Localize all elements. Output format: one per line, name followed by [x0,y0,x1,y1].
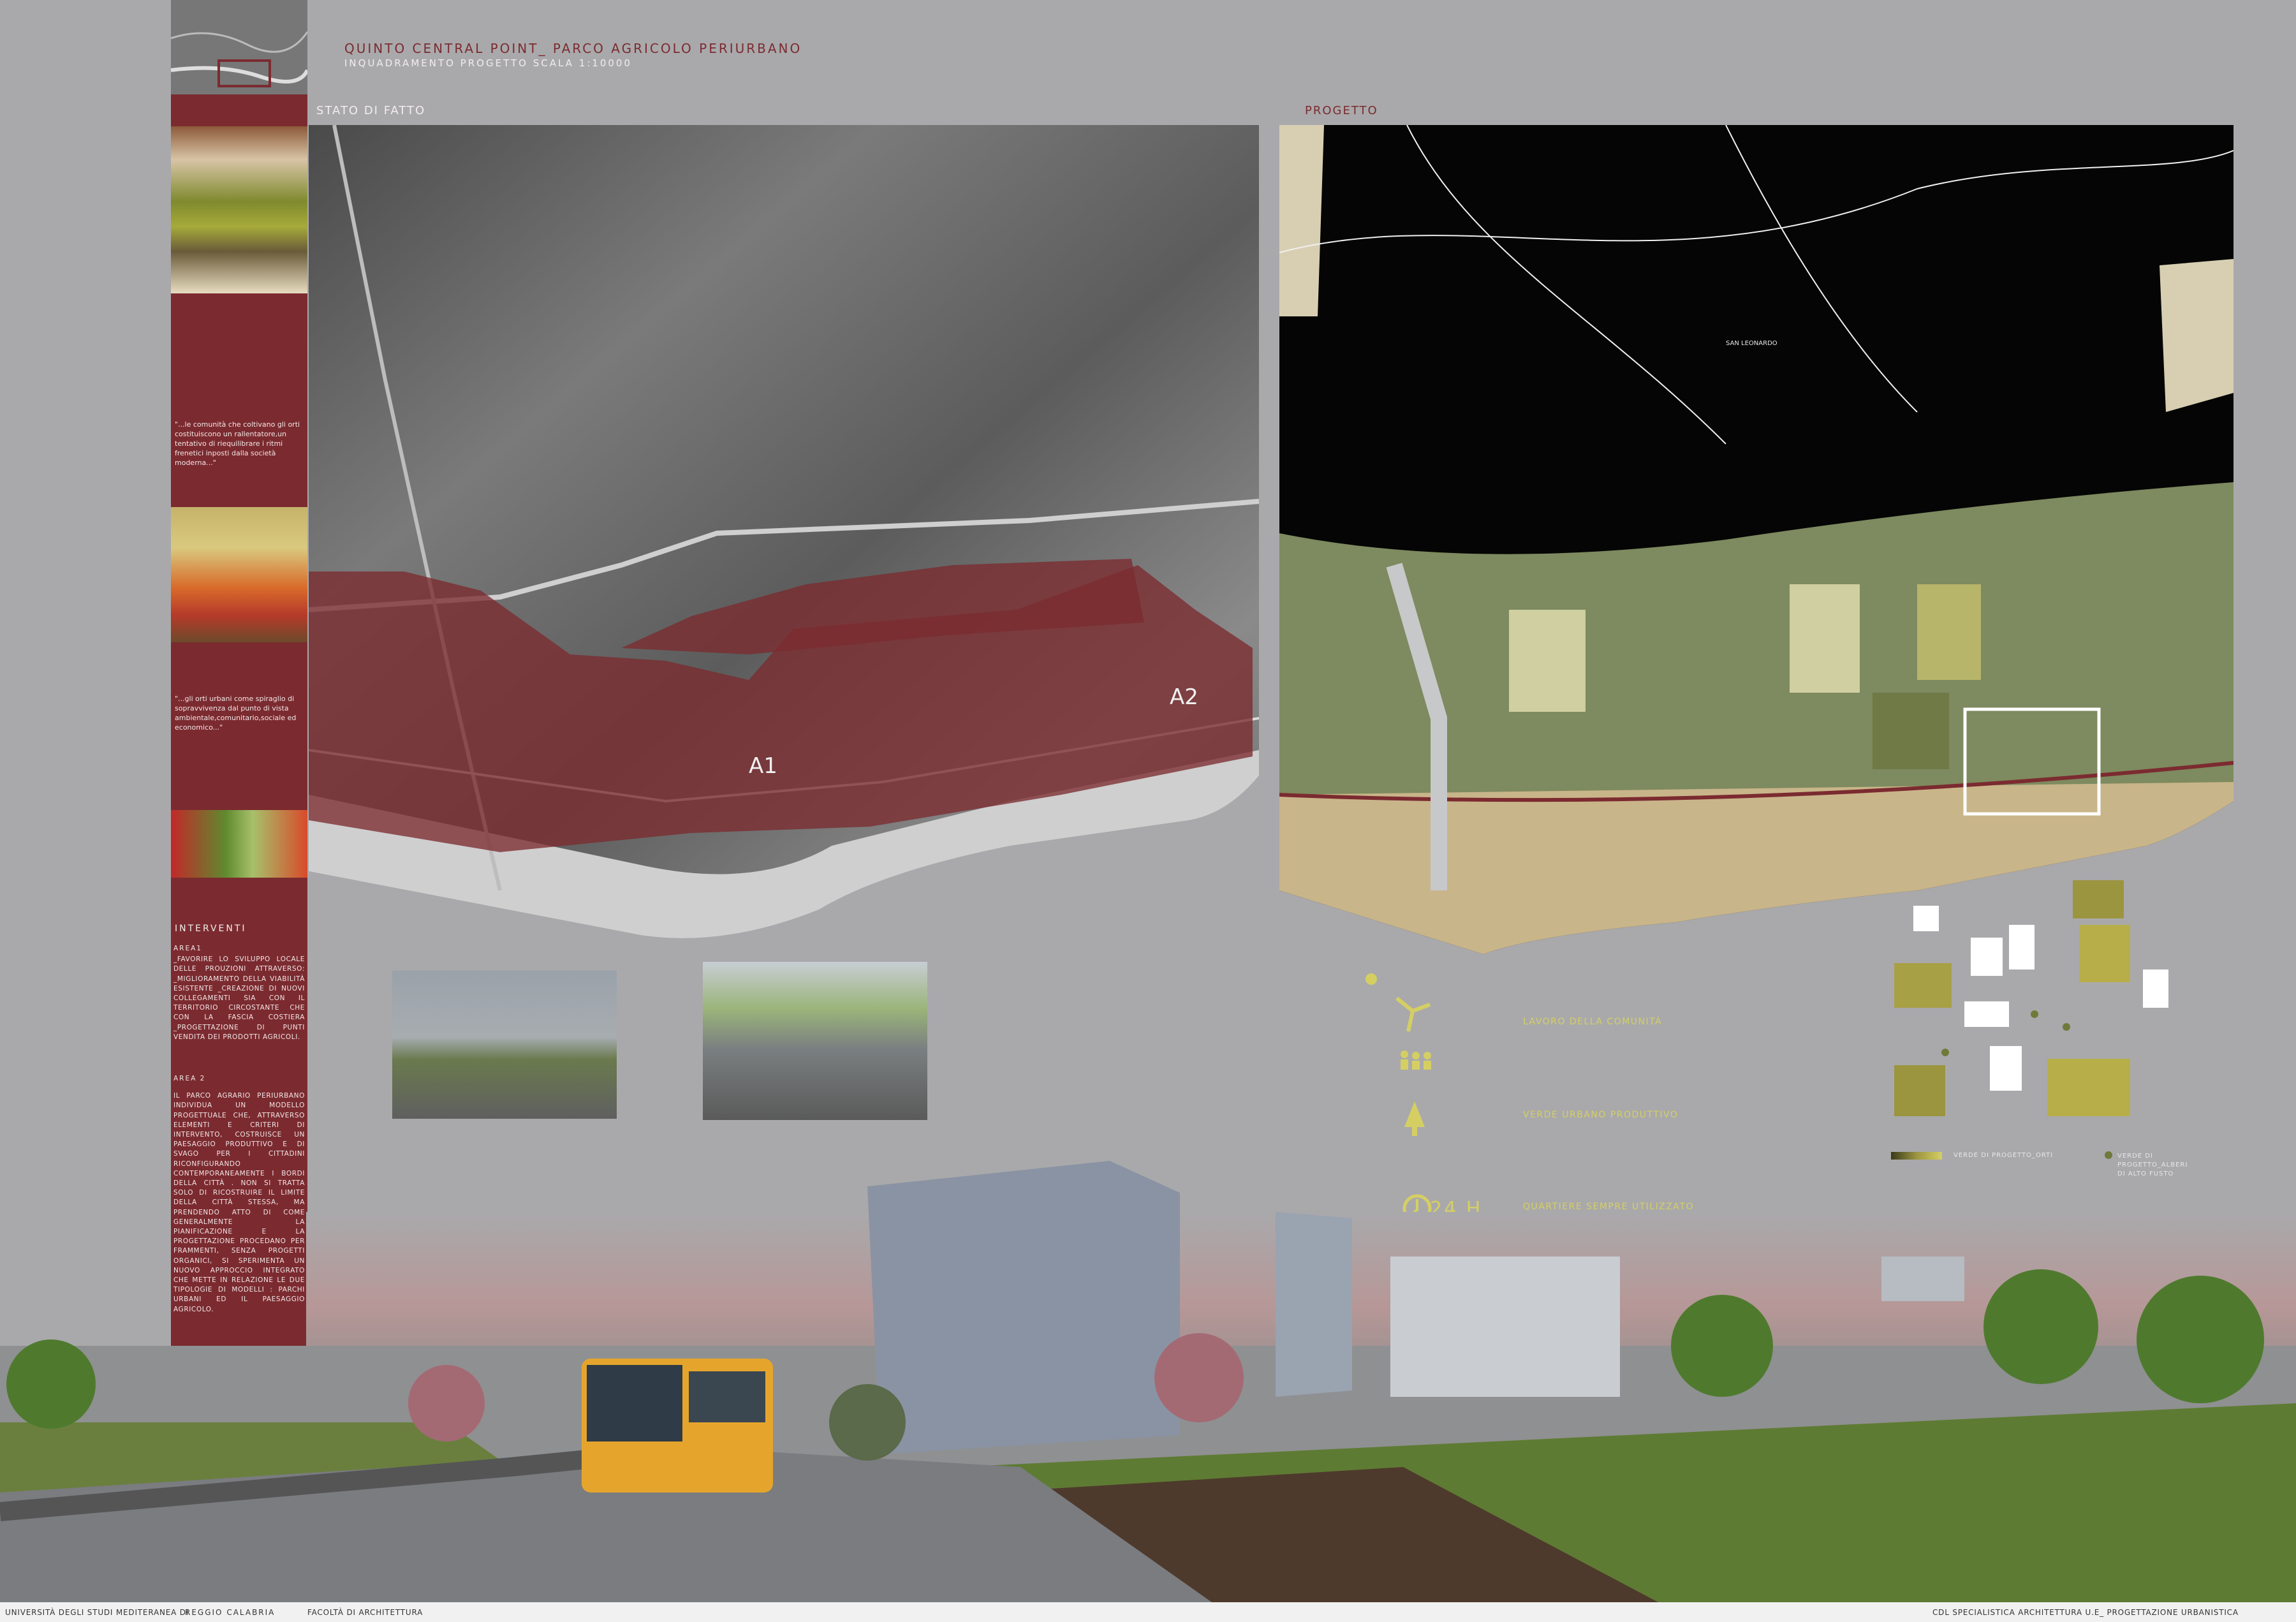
windmill-icon [1395,996,1431,1032]
interventi-heading: INTERVENTI [175,924,247,934]
area-label-a1: A1 [749,753,777,779]
location-map-image [170,0,309,94]
footer-bar: UNIVERSITÀ DEGLI STUDI MEDITERANEA DI RE… [0,1602,2296,1622]
project-plan-map: SAN LEONARDO [1279,125,2233,954]
site-plan-diagram [1894,880,2168,1116]
tree-icon [1404,1102,1425,1136]
legend-productive-green: VERDE URBANO PRODUTTIVO [1523,1110,1679,1120]
perspective-render [0,1161,2296,1602]
area1-title: AREA1 [173,945,202,952]
area1-section: AREA1 _FAVORIRE LO SVILUPPO LOCALE DELLE… [173,944,305,1042]
community-person-icon [1365,973,1377,985]
footer-university: UNIVERSITÀ DEGLI STUDI MEDITERANEA DI [5,1608,189,1617]
render-path-small [703,962,927,1120]
sidebar-quote-2: "...gli orti urbani come spiraglio di so… [175,695,297,732]
sidebar-quote-1: "...le comunità che coltivano gli orti c… [175,420,300,467]
render-fence-small [392,971,617,1119]
legend-community-work: LAVORO DELLA COMUNITÀ [1523,1017,1663,1027]
area2-title: AREA 2 [173,1075,206,1082]
train [1881,1257,1964,1301]
street-label: SAN LEONARDO [1726,340,1777,347]
stato-di-fatto-label: STATO DI FATTO [316,104,426,117]
area-label-a2: A2 [1170,684,1198,710]
people-group-icon [1401,1051,1431,1070]
vegetables-photo-1 [171,126,307,293]
footer-city: REGGIO CALABRIA [185,1608,276,1617]
vegetables-photo-3 [171,810,307,878]
page-subtitle: INQUADRAMENTO PROGETTO SCALA 1:10000 [344,57,633,69]
area1-text: _FAVORIRE LO SVILUPPO LOCALE DELLE PROUZ… [173,955,305,1041]
progetto-label: PROGETTO [1305,104,1378,117]
footer-faculty: FACOLTÀ DI ARCHITETTURA [307,1608,423,1617]
footer-course: CDL SPECIALISTICA ARCHITETTURA U.E_ PROG… [1932,1608,2239,1617]
aerial-photo-map: A1 A2 [309,125,1259,938]
building-white [1390,1257,1620,1397]
page-title: QUINTO CENTRAL POINT_ PARCO AGRICOLO PER… [344,41,802,56]
location-thumbnail-map [170,0,309,94]
vegetables-photo-2 [171,507,307,642]
city-bus [582,1359,773,1493]
building-large [867,1161,1180,1454]
